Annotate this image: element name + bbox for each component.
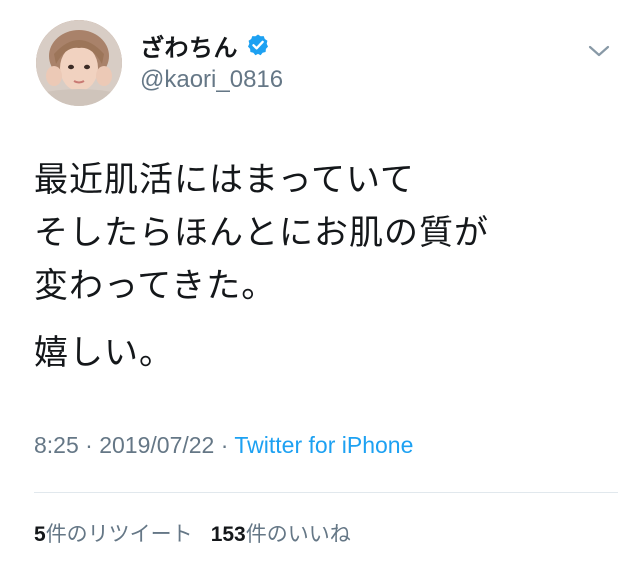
tweet-stats: 5件のリツイート 153件のいいね <box>34 518 351 548</box>
tweet-card: ざわちん @kaori_0816 最近肌活にはまっていて そしたらほんとにお肌の… <box>0 0 640 578</box>
retweets-stat[interactable]: 5件のリツイート <box>34 523 193 546</box>
verified-badge-icon <box>246 33 270 57</box>
display-name-row: ざわちん <box>140 28 283 62</box>
retweets-label: 件のリツイート <box>45 523 193 546</box>
retweets-count: 5 <box>34 523 46 546</box>
likes-stat[interactable]: 153件のいいね <box>211 523 351 546</box>
tweet-time[interactable]: 8:25 <box>34 432 79 458</box>
display-name[interactable]: ざわちん <box>140 28 238 63</box>
tweet-date[interactable]: 2019/07/22 <box>99 432 214 458</box>
user-handle[interactable]: @kaori_0816 <box>140 66 283 94</box>
user-info: ざわちん @kaori_0816 <box>140 28 283 94</box>
divider <box>34 492 618 493</box>
chevron-down-icon[interactable] <box>586 38 612 64</box>
avatar[interactable] <box>36 20 122 106</box>
avatar-image <box>36 20 122 106</box>
tweet-text-line: 変わってきた。 <box>34 266 277 306</box>
likes-count: 153 <box>210 523 246 546</box>
tweet-text-line: そしたらほんとにお肌の質が <box>34 213 489 253</box>
tweet-meta: 8:25 · 2019/07/22 · Twitter for iPhone <box>34 432 413 459</box>
meta-separator: · <box>85 432 93 458</box>
tweet-text-line: 最近肌活にはまっていて <box>34 160 415 200</box>
tweet-text: 最近肌活にはまっていて そしたらほんとにお肌の質が 変わってきた。 嬉しい。 <box>34 154 614 380</box>
likes-label: 件のいいね <box>245 523 351 546</box>
tweet-text-line: 嬉しい。 <box>34 333 174 373</box>
tweet-source-link[interactable]: Twitter for iPhone <box>234 432 413 458</box>
meta-separator: · <box>220 432 229 458</box>
